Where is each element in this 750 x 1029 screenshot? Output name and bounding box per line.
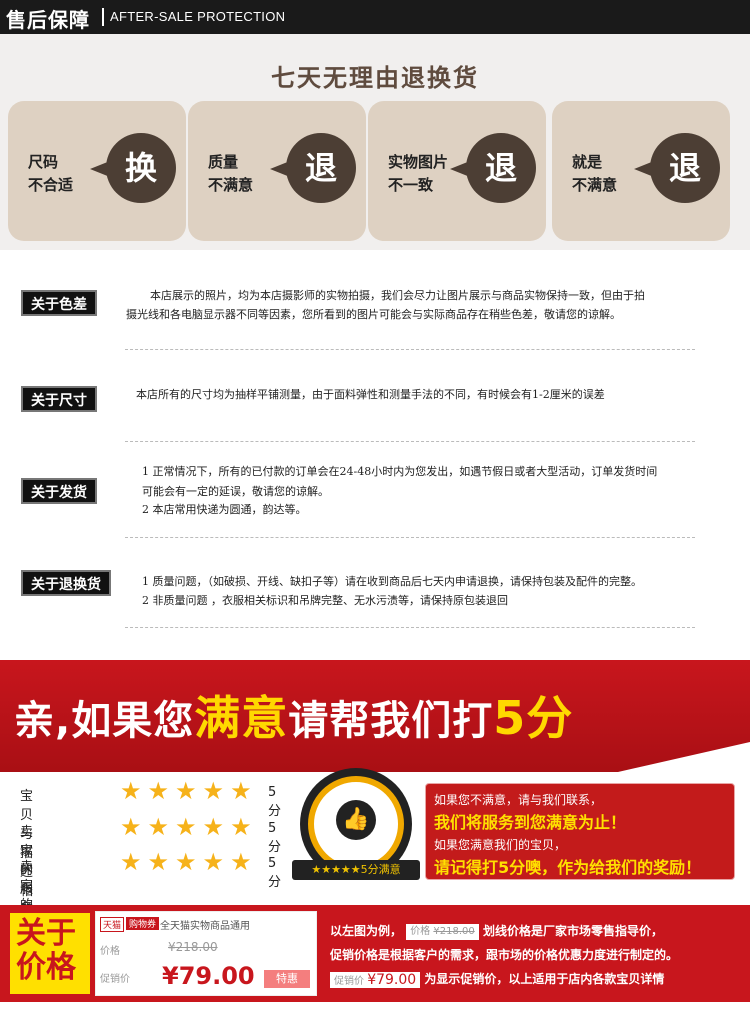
- special-tag: 特惠: [264, 970, 310, 988]
- rating-score: 5分: [268, 785, 282, 819]
- promo-price-label: 促销价: [100, 974, 130, 985]
- thumbs-up-icon: 👍: [336, 800, 376, 840]
- message-box: 如果您不满意，请与我们联系， 我们将服务到您满意为止！ 如果您满意我们的宝贝， …: [425, 783, 735, 880]
- satisfaction-medal: 👍 ★★★★★5分满意: [292, 768, 420, 880]
- banner-text: 亲,如果您满意请帮我们打5分: [14, 691, 574, 745]
- price-label-box: 关于 价格: [8, 911, 92, 996]
- list-price-value: ¥218.00: [168, 940, 218, 954]
- message-line2: 我们将服务到您满意为止！: [434, 813, 627, 832]
- price-explanation: 以左图为例， 价格 ¥218.00 划线价格是厂家市场零售指导价， 促销价格是根…: [330, 923, 679, 988]
- card-quality: 质量 不满意 退: [188, 101, 366, 241]
- card-label: 质量 不满意: [208, 153, 254, 194]
- price-example-card: 天猫 购物券 全天猫实物商品通用 价格 ¥218.00 促销价 ¥79.00 特…: [95, 911, 317, 996]
- card-label: 实物图片 不一致: [388, 153, 449, 194]
- promo-price-value: ¥79.00: [162, 962, 255, 990]
- list-price-chip: 价格 ¥218.00: [406, 923, 479, 940]
- list-price-label: 价格: [100, 946, 120, 957]
- returns-badge: 关于退换货: [21, 570, 111, 596]
- returns-line2: 2 非质量问题 ，衣服相关标识和吊牌完整、无水污渍等，请保持原包装退回: [142, 594, 508, 607]
- rate-banner: 亲,如果您满意请帮我们打5分: [0, 660, 750, 772]
- medal-ring: 👍: [308, 776, 404, 872]
- return-bubble: 退: [634, 133, 720, 203]
- card-size: 尺码 不合适 换: [8, 101, 186, 241]
- message-line1: 如果您不满意，请与我们联系，: [434, 793, 603, 807]
- divider: [125, 441, 695, 442]
- tmall-tag: 天猫: [100, 917, 125, 932]
- card-unsatisfied: 就是 不满意 退: [552, 101, 730, 241]
- panel-title: 七天无理由退换货: [271, 64, 479, 92]
- divider: [125, 349, 695, 350]
- card-label: 尺码 不合适: [28, 153, 74, 194]
- card-mismatch: 实物图片 不一致 退: [368, 101, 546, 241]
- return-bubble: 退: [450, 133, 536, 203]
- size-line1: 本店所有的尺寸均为抽样平铺测量，由于面料弹性和测量手法的不同，有时候会有1-2厘…: [136, 388, 605, 401]
- divider: [125, 537, 695, 538]
- promo-price-chip: 促销价 ¥79.00: [330, 971, 421, 988]
- card-label: 就是 不满意: [572, 153, 618, 194]
- star-icons: ★★★★★: [120, 777, 258, 805]
- size-badge: 关于尺寸: [21, 386, 97, 412]
- shipping-badge: 关于发货: [21, 478, 97, 504]
- message-line4: 请记得打5分噢，作为给我们的奖励！: [434, 858, 702, 877]
- color-line1: 本店展示的照片，均为本店摄影师的实物拍摄，我们会尽力让图片展示与商品实物保持一致…: [150, 289, 645, 302]
- rating-score: 5分: [268, 856, 282, 890]
- message-line3: 如果您满意我们的宝贝，: [434, 838, 567, 852]
- price-section: 关于 价格 天猫 购物券 全天猫实物商品通用 价格 ¥218.00 促销价 ¥79…: [0, 905, 750, 1029]
- shipping-line2: 可能会有一定的延误，敬请您的谅解。: [142, 485, 329, 498]
- color-line2: 摄光线和各电脑显示器不同等因素，您所看到的图片可能会与实际商品存在稍些色差，敬请…: [126, 308, 621, 321]
- header-divider: [102, 8, 104, 26]
- divider: [125, 627, 695, 628]
- exchange-bubble: 换: [90, 133, 176, 203]
- shipping-line1: 1 正常情况下，所有的已付款的订单会在24-48小时内为您发出，如遇节假日或者大…: [142, 465, 658, 478]
- star-icons: ★★★★★: [120, 848, 258, 876]
- banner-wedge: [618, 742, 750, 772]
- returns-line1: 1 质量问题，（如破损、开线、缺扣子等）请在收到商品后七天内申请退换，请保持包装…: [142, 575, 642, 588]
- shipping-line3: 2 本店常用快递为圆通，韵达等。: [142, 503, 307, 516]
- header-title-cn: 售后保障: [6, 8, 90, 32]
- seven-day-panel: 七天无理由退换货 尺码 不合适 换 质量 不满意 退 实物图片 不一致 退 就是 不满意…: [0, 34, 750, 250]
- star-icons: ★★★★★: [120, 813, 258, 841]
- header-bar: 售后保障 AFTER-SALE PROTECTION: [0, 0, 750, 34]
- header-title-en: AFTER-SALE PROTECTION: [110, 9, 286, 24]
- return-bubble: 退: [270, 133, 356, 203]
- price-box-text: 关于 价格: [16, 916, 76, 985]
- coupon-desc: 全天猫实物商品通用: [160, 921, 250, 932]
- color-badge: 关于色差: [21, 290, 97, 316]
- medal-ribbon: ★★★★★5分满意: [292, 860, 420, 880]
- rating-score: 5分: [268, 821, 282, 855]
- coupon-tag: 购物券: [126, 917, 160, 930]
